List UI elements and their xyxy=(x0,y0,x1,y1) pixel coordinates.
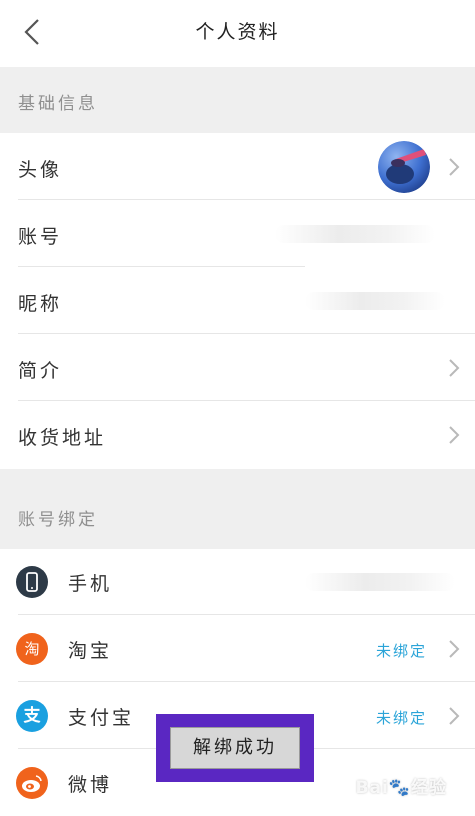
section-title: 账号绑定 xyxy=(18,510,98,530)
toast-message: 解绑成功 xyxy=(170,727,300,769)
alipay-icon: 支 xyxy=(16,700,48,732)
binding-label: 微博 xyxy=(68,774,113,796)
avatar-row[interactable]: 头像 xyxy=(0,134,475,200)
chevron-right-icon xyxy=(449,640,460,658)
toast-highlight-frame: 解绑成功 xyxy=(156,714,314,782)
weibo-icon xyxy=(16,767,48,799)
row-divider xyxy=(18,681,475,682)
chevron-right-icon xyxy=(449,158,460,176)
binding-status: 未绑定 xyxy=(375,709,427,727)
row-label: 简介 xyxy=(18,360,63,382)
chevron-right-icon xyxy=(449,426,460,444)
section-header-binding: 账号绑定 xyxy=(0,469,475,549)
chevron-right-icon xyxy=(449,359,460,377)
row-divider xyxy=(18,400,475,401)
avatar xyxy=(378,141,430,193)
row-label: 收货地址 xyxy=(18,427,107,449)
top-bar: 个人资料 xyxy=(0,0,475,66)
row-divider xyxy=(18,614,475,615)
chevron-right-icon xyxy=(449,707,460,725)
blurred-phone-value xyxy=(305,573,455,591)
bio-row[interactable]: 简介 xyxy=(0,335,475,401)
binding-label: 淘宝 xyxy=(68,640,113,662)
row-label: 昵称 xyxy=(18,293,63,315)
taobao-icon: 淘 xyxy=(16,633,48,665)
address-row[interactable]: 收货地址 xyxy=(0,402,475,468)
nickname-row[interactable]: 昵称 xyxy=(0,268,475,334)
blurred-nickname-value xyxy=(305,292,445,310)
binding-row-phone[interactable]: 手机 xyxy=(0,549,475,615)
binding-status: 未绑定 xyxy=(375,642,427,660)
binding-label: 支付宝 xyxy=(68,707,135,729)
page-title: 个人资料 xyxy=(195,21,280,43)
row-divider xyxy=(18,199,475,200)
row-label: 账号 xyxy=(18,226,63,248)
row-label: 头像 xyxy=(18,159,63,181)
section-title: 基础信息 xyxy=(18,94,98,114)
phone-icon xyxy=(16,566,48,598)
blurred-account-value xyxy=(275,225,435,243)
section-header-basic: 基础信息 xyxy=(0,67,475,133)
account-row: 账号 xyxy=(0,201,475,267)
watermark: Bai🐾经验 xyxy=(355,778,447,798)
binding-row-taobao[interactable]: 淘 淘宝 未绑定 xyxy=(0,616,475,682)
binding-label: 手机 xyxy=(68,573,113,595)
row-divider xyxy=(18,266,305,267)
row-divider xyxy=(18,333,475,334)
